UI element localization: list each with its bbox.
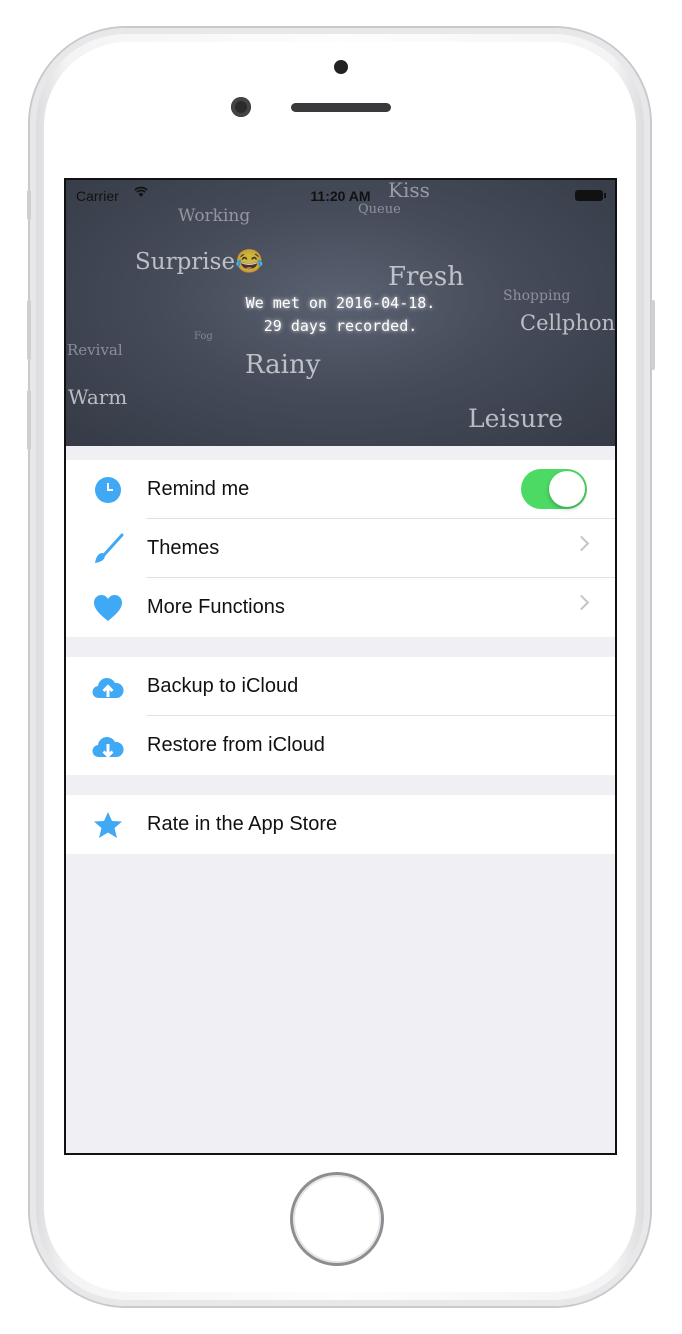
more-functions-row[interactable]: More Functions xyxy=(66,578,615,637)
power-button xyxy=(651,300,655,370)
themes-label: Themes xyxy=(147,537,220,559)
met-date-text: We met on 2016-04-18. xyxy=(245,294,436,312)
status-bar: Carrier 11:20 AM xyxy=(66,180,615,210)
remind-me-toggle[interactable] xyxy=(521,469,587,509)
rate-app-store-row[interactable]: Rate in the App Store xyxy=(66,795,615,854)
cloud-upload-icon xyxy=(91,670,125,704)
toggle-knob xyxy=(549,471,585,507)
word-cloud-item: Surprise😂 xyxy=(135,249,264,275)
front-camera xyxy=(231,97,251,117)
word-cloud-item: Leisure xyxy=(468,404,564,433)
restore-icloud-row[interactable]: Restore from iCloud xyxy=(66,716,615,775)
backup-icloud-label: Backup to iCloud xyxy=(147,675,299,697)
mute-switch xyxy=(27,190,31,220)
settings-group-general: Remind me Themes More Functions xyxy=(66,460,615,637)
chevron-right-icon xyxy=(573,535,590,552)
chalkboard-header: Kiss Queue Working Surprise😂 Fresh Shopp… xyxy=(66,180,615,446)
brush-icon xyxy=(91,532,125,566)
remind-me-row[interactable]: Remind me xyxy=(66,460,615,519)
more-functions-label: More Functions xyxy=(147,596,285,618)
word-cloud-item: Rainy xyxy=(245,350,321,380)
chevron-right-icon xyxy=(573,594,590,611)
cloud-download-icon xyxy=(91,729,125,763)
star-icon xyxy=(91,808,125,842)
rate-app-store-label: Rate in the App Store xyxy=(147,813,338,835)
days-recorded-message: We met on 2016-04-18. 29 days recorded. xyxy=(66,292,615,338)
settings-group-icloud: Backup to iCloud Restore from iCloud xyxy=(66,657,615,775)
clock-icon xyxy=(91,473,125,507)
volume-up-button xyxy=(27,300,31,360)
themes-row[interactable]: Themes xyxy=(66,519,615,578)
backup-icloud-row[interactable]: Backup to iCloud xyxy=(66,657,615,716)
word-cloud-item: Fresh xyxy=(388,262,464,292)
screen: Kiss Queue Working Surprise😂 Fresh Shopp… xyxy=(64,178,617,1155)
word-cloud-item: Warm xyxy=(68,385,128,409)
battery-icon xyxy=(575,190,606,201)
settings-group-rate: Rate in the App Store xyxy=(66,795,615,854)
heart-icon xyxy=(91,591,125,625)
clock-time: 11:20 AM xyxy=(310,188,371,204)
word-cloud-item: Revival xyxy=(67,341,123,359)
restore-icloud-label: Restore from iCloud xyxy=(147,734,325,756)
remind-me-label: Remind me xyxy=(147,478,250,500)
days-count-text: 29 days recorded. xyxy=(263,317,418,335)
volume-down-button xyxy=(27,390,31,450)
home-button[interactable] xyxy=(290,1172,384,1266)
earpiece-speaker xyxy=(291,103,391,112)
proximity-sensor xyxy=(334,60,348,74)
